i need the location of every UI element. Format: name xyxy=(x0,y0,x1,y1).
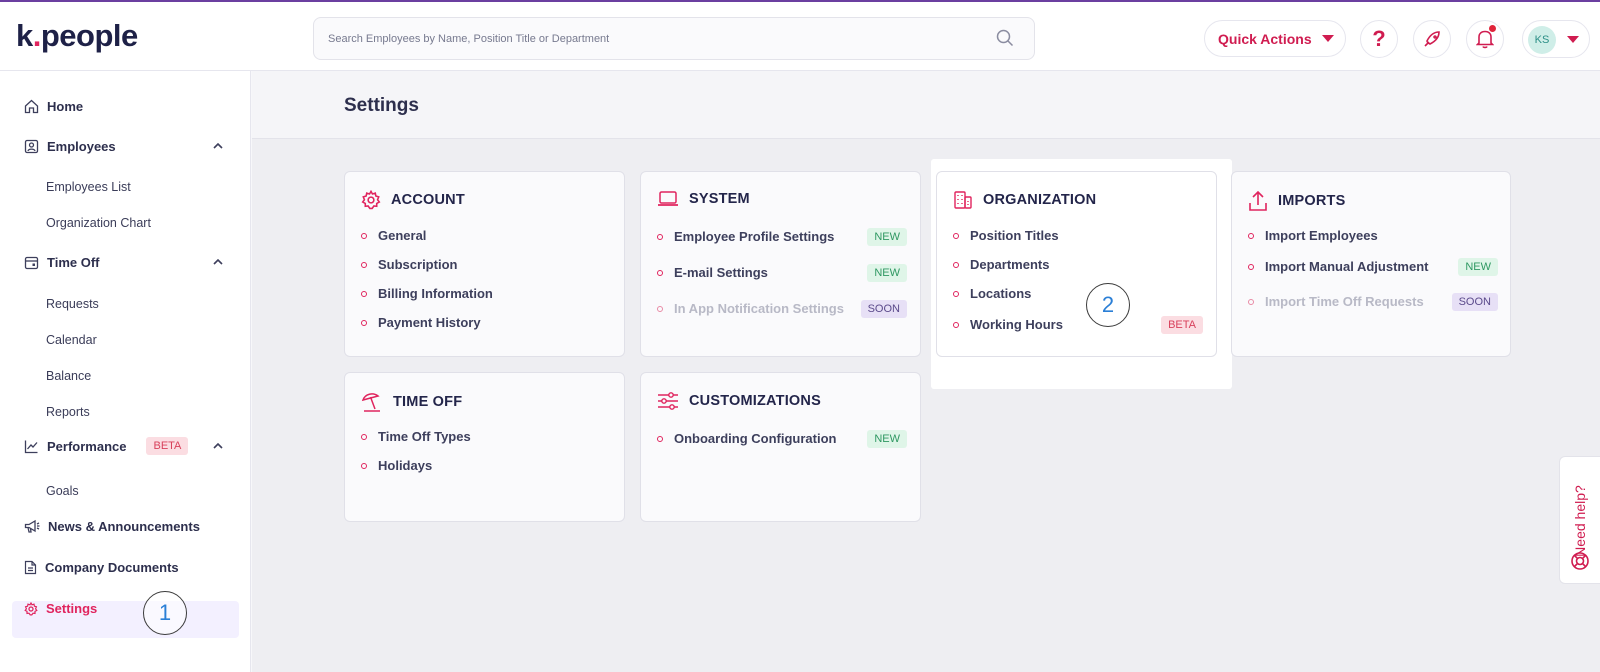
settings-link-holidays[interactable]: Holidays xyxy=(361,458,611,473)
system-card: SYSTEM Employee Profile Settings NEW E-ma… xyxy=(640,171,921,357)
search-icon[interactable] xyxy=(996,29,1014,52)
settings-link-time-off-types[interactable]: Time Off Types xyxy=(361,429,611,444)
user-menu[interactable]: KS xyxy=(1522,20,1590,58)
document-icon xyxy=(24,560,37,575)
time-off-card: TIME OFF Time Off Types Holidays xyxy=(344,372,625,522)
launch-button[interactable] xyxy=(1413,20,1451,58)
beta-badge: BETA xyxy=(1161,315,1203,334)
gear-icon xyxy=(24,601,38,615)
step-marker-1: 1 xyxy=(143,591,187,635)
settings-link-employee-profile[interactable]: Employee Profile Settings NEW xyxy=(657,227,907,246)
quick-actions-button[interactable]: Quick Actions xyxy=(1204,20,1346,57)
settings-link-in-app-notifications: In App Notification Settings SOON xyxy=(657,299,907,318)
new-badge: NEW xyxy=(1458,257,1498,276)
sidebar-item-home[interactable]: Home xyxy=(24,99,83,114)
sidebar-item-calendar[interactable]: Calendar xyxy=(46,333,97,347)
card-header: IMPORTS xyxy=(1248,190,1345,212)
bell-icon xyxy=(1476,30,1494,49)
building-icon xyxy=(954,191,972,209)
sidebar-item-news[interactable]: News & Announcements xyxy=(24,519,200,534)
search-input[interactable] xyxy=(328,18,968,59)
settings-link-general[interactable]: General xyxy=(361,228,611,243)
settings-link-import-employees[interactable]: Import Employees xyxy=(1248,228,1498,243)
settings-link-working-hours[interactable]: Working Hours BETA xyxy=(953,315,1203,334)
page-header: Settings xyxy=(252,71,1600,139)
organization-card: ORGANIZATION Position Titles Departments… xyxy=(936,171,1217,357)
help-button[interactable]: ? xyxy=(1360,20,1398,58)
lifebuoy-icon xyxy=(1571,552,1589,570)
sidebar-item-employees-list[interactable]: Employees List xyxy=(46,180,131,194)
card-header: SYSTEM xyxy=(657,190,750,208)
settings-link-locations[interactable]: Locations xyxy=(953,286,1203,301)
logo[interactable]: k.people xyxy=(16,18,138,54)
card-header: CUSTOMIZATIONS xyxy=(657,391,821,411)
calendar-icon xyxy=(24,256,39,270)
id-card-icon xyxy=(24,139,39,154)
upload-icon xyxy=(1249,190,1267,211)
sliders-icon xyxy=(658,392,678,410)
settings-link-departments[interactable]: Departments xyxy=(953,257,1203,272)
beach-umbrella-icon xyxy=(361,393,380,412)
chevron-up-icon[interactable] xyxy=(213,259,223,265)
account-card: ACCOUNT General Subscription Billing Inf… xyxy=(344,171,625,357)
quick-actions-label: Quick Actions xyxy=(1218,30,1312,47)
sidebar-item-company-documents[interactable]: Company Documents xyxy=(24,560,179,575)
settings-link-payment-history[interactable]: Payment History xyxy=(361,315,611,330)
megaphone-icon xyxy=(24,519,40,533)
new-badge: NEW xyxy=(867,429,907,448)
chart-line-icon xyxy=(24,440,38,453)
laptop-icon xyxy=(658,191,678,206)
soon-badge: SOON xyxy=(1451,292,1498,311)
new-badge: NEW xyxy=(867,263,907,282)
new-badge: NEW xyxy=(867,227,907,246)
sidebar-item-employees[interactable]: Employees xyxy=(24,139,244,154)
sidebar-item-requests[interactable]: Requests xyxy=(46,297,99,311)
search-bar xyxy=(313,17,1035,60)
sidebar-item-goals[interactable]: Goals xyxy=(46,484,79,498)
settings-link-billing[interactable]: Billing Information xyxy=(361,286,611,301)
sidebar-item-time-off[interactable]: Time Off xyxy=(24,255,244,270)
settings-link-import-manual-adjustment[interactable]: Import Manual Adjustment NEW xyxy=(1248,257,1498,276)
notification-dot xyxy=(1489,25,1496,32)
caret-down-icon xyxy=(1567,36,1579,43)
need-help-label: Need help? xyxy=(1572,485,1588,557)
sidebar-item-org-chart[interactable]: Organization Chart xyxy=(46,216,151,230)
page-title: Settings xyxy=(344,95,419,116)
sidebar-item-reports[interactable]: Reports xyxy=(46,405,90,419)
card-header: ORGANIZATION xyxy=(953,190,1096,210)
settings-link-subscription[interactable]: Subscription xyxy=(361,257,611,272)
top-bar: k.people Quick Actions ? KS xyxy=(0,0,1600,71)
settings-link-email[interactable]: E-mail Settings NEW xyxy=(657,263,907,282)
settings-link-position-titles[interactable]: Position Titles xyxy=(953,228,1203,243)
chevron-up-icon[interactable] xyxy=(213,443,223,449)
sidebar: Home Employees Employees List Organizati… xyxy=(0,71,251,672)
imports-card: IMPORTS Import Employees Import Manual A… xyxy=(1231,171,1511,357)
avatar: KS xyxy=(1528,26,1556,54)
card-header: ACCOUNT xyxy=(361,190,465,210)
settings-link-import-time-off: Import Time Off Requests SOON xyxy=(1248,292,1498,311)
customizations-card: CUSTOMIZATIONS Onboarding Configuration N… xyxy=(640,372,921,522)
notifications-button[interactable] xyxy=(1466,20,1504,58)
beta-badge: BETA xyxy=(146,437,189,455)
question-icon: ? xyxy=(1372,26,1386,51)
card-header: TIME OFF xyxy=(361,391,462,413)
settings-link-onboarding-configuration[interactable]: Onboarding Configuration NEW xyxy=(657,429,907,448)
rocket-icon xyxy=(1424,31,1440,47)
sidebar-item-performance[interactable]: Performance BETA xyxy=(24,437,244,455)
step-marker-2: 2 xyxy=(1086,283,1130,327)
sidebar-item-settings[interactable]: Settings xyxy=(24,601,97,616)
chevron-up-icon[interactable] xyxy=(213,143,223,149)
need-help-tab[interactable]: Need help? xyxy=(1559,456,1600,584)
caret-down-icon xyxy=(1321,34,1334,42)
sidebar-item-balance[interactable]: Balance xyxy=(46,369,91,383)
home-icon xyxy=(24,99,39,114)
soon-badge: SOON xyxy=(860,299,907,318)
gear-icon xyxy=(361,190,381,210)
